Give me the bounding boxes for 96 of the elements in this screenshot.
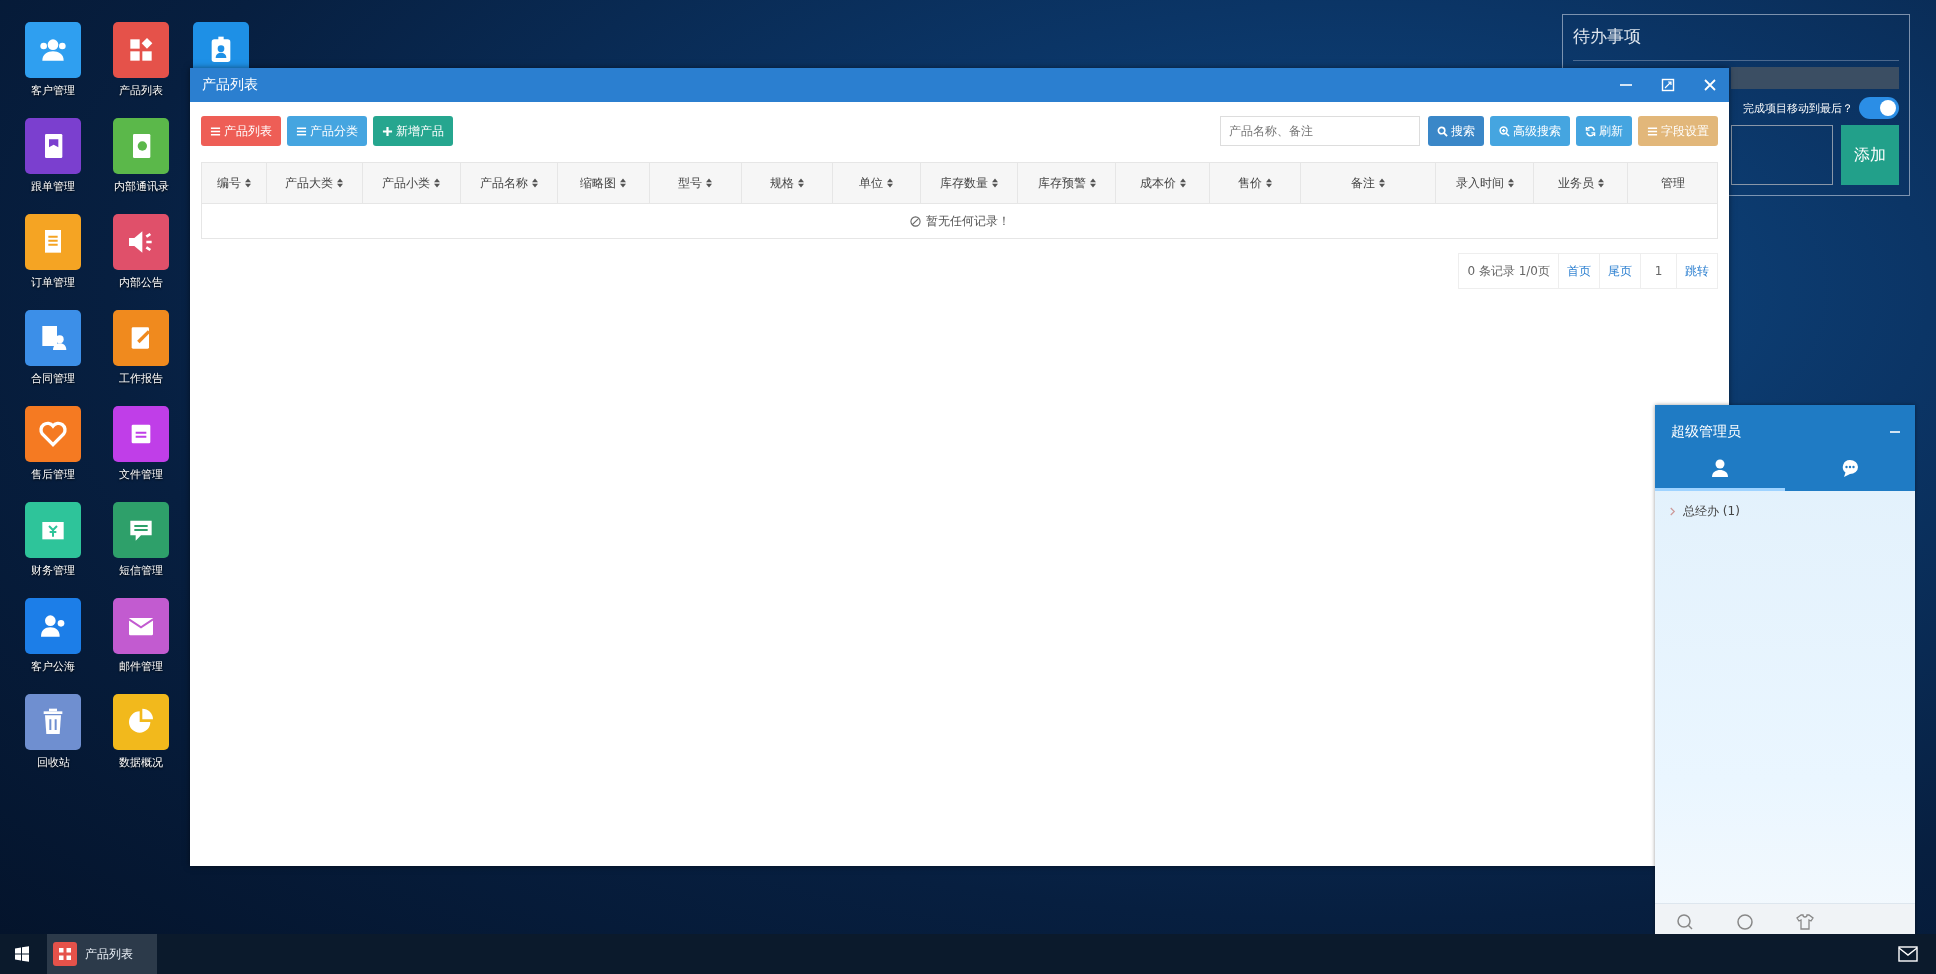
column-header[interactable]: 产品小类 xyxy=(362,163,461,203)
column-header[interactable]: 编号 xyxy=(202,163,267,203)
sort-icon xyxy=(244,178,251,188)
shortcut-label: 内部公告 xyxy=(119,276,163,290)
shortcut-label: 内部通讯录 xyxy=(113,180,169,194)
shortcut-label: 短信管理 xyxy=(119,564,163,578)
desktop-shortcut[interactable]: 回收站 xyxy=(18,694,88,770)
sort-icon xyxy=(992,178,998,188)
list-icon xyxy=(296,125,307,137)
column-header: 管理 xyxy=(1659,174,1686,192)
chat-bubble-icon xyxy=(1840,457,1860,478)
sort-icon xyxy=(337,178,344,188)
desktop-shortcut[interactable]: 短信管理 xyxy=(106,502,176,578)
column-header[interactable]: 库存预警 xyxy=(1018,163,1117,203)
shortcut-label: 财务管理 xyxy=(31,564,75,578)
search-field[interactable]: 产品名称、备注 xyxy=(1220,116,1420,146)
prohibited-icon xyxy=(909,215,921,227)
shirt-icon[interactable] xyxy=(1795,912,1815,932)
id-badge-icon[interactable] xyxy=(193,22,249,68)
sort-icon xyxy=(1597,178,1604,188)
shortcut-label: 跟单管理 xyxy=(31,180,75,194)
maximize-icon[interactable] xyxy=(1661,78,1675,92)
column-header[interactable]: 售价 xyxy=(1210,163,1302,203)
sort-icon xyxy=(1266,178,1273,188)
close-icon[interactable] xyxy=(1703,78,1717,92)
sort-icon xyxy=(797,178,804,188)
column-header[interactable]: 单位 xyxy=(832,163,921,203)
desktop-shortcut[interactable]: 数据概况 xyxy=(106,694,176,770)
shortcut-label: 客户管理 xyxy=(31,84,75,98)
column-header[interactable]: 规格 xyxy=(741,163,833,203)
column-header[interactable]: 产品名称 xyxy=(460,163,558,203)
shortcut-label: 产品列表 xyxy=(119,84,163,98)
shortcut-label: 工作报告 xyxy=(119,372,163,386)
column-header[interactable]: 型号 xyxy=(649,163,742,203)
chevron-icon xyxy=(1669,507,1676,516)
shortcut-label: 回收站 xyxy=(36,756,70,770)
contact-group[interactable]: 总经办 (1) xyxy=(1669,503,1901,520)
column-header[interactable]: 库存数量 xyxy=(920,163,1019,203)
panel-title: 待办事项 xyxy=(1573,25,1899,61)
desktop-shortcut[interactable]: 客户公海 xyxy=(18,598,88,674)
plus-icon xyxy=(382,125,393,137)
todo-input-field[interactable] xyxy=(1731,67,1899,89)
shortcut-label: 售后管理 xyxy=(31,468,75,482)
toolbar-button[interactable]: 搜索 xyxy=(1428,116,1484,146)
desktop-shortcut[interactable]: 文件管理 xyxy=(106,406,176,482)
window-title: 产品列表 xyxy=(202,76,258,94)
chat-title: 超级管理员 xyxy=(1671,423,1741,441)
sort-icon xyxy=(620,178,627,188)
empty-message: 暂无任何记录！ xyxy=(925,212,1010,230)
desktop-shortcut[interactable]: 产品列表 xyxy=(106,22,176,98)
shortcut-label: 文件管理 xyxy=(119,468,163,482)
record-count: 0 条记录 1/0页 xyxy=(1459,254,1559,288)
shortcut-label: 订单管理 xyxy=(31,276,75,290)
shortcut-label: 邮件管理 xyxy=(119,660,163,674)
toggle-switch[interactable] xyxy=(1859,97,1899,119)
sort-icon xyxy=(1179,178,1186,188)
desktop-shortcut[interactable]: 内部公告 xyxy=(106,214,176,290)
first-page-link[interactable]: 首页 xyxy=(1559,254,1600,288)
mail-icon[interactable] xyxy=(1898,946,1918,962)
todo-text-area[interactable] xyxy=(1731,125,1833,185)
shortcut-label: 数据概况 xyxy=(119,756,163,770)
list-icon xyxy=(210,125,221,137)
desktop-shortcut[interactable]: 财务管理 xyxy=(18,502,88,578)
grid-icon xyxy=(53,942,77,966)
sort-icon xyxy=(887,178,894,188)
shortcut-label: 客户公海 xyxy=(31,660,75,674)
column-header[interactable]: 录入时间 xyxy=(1436,163,1535,203)
column-header[interactable]: 备注 xyxy=(1301,163,1437,203)
desktop-shortcut[interactable]: 合同管理 xyxy=(18,310,88,386)
desktop-shortcut[interactable]: 订单管理 xyxy=(18,214,88,290)
taskbar-task[interactable]: 产品列表 xyxy=(47,934,157,974)
column-header[interactable]: 成本价 xyxy=(1116,163,1211,203)
column-header[interactable]: 缩略图 xyxy=(557,163,650,203)
refresh-icon xyxy=(1585,125,1596,137)
sort-icon xyxy=(706,178,713,188)
desktop-shortcut[interactable]: 工作报告 xyxy=(106,310,176,386)
sort-icon xyxy=(1379,178,1386,188)
shortcut-label: 合同管理 xyxy=(31,372,75,386)
zoom-in-icon xyxy=(1499,125,1510,137)
person-icon xyxy=(1710,457,1730,478)
desktop-shortcut[interactable]: 内部通讯录 xyxy=(106,118,176,194)
sort-icon xyxy=(1507,178,1514,188)
column-header[interactable]: 产品大类 xyxy=(266,163,363,203)
windows-start-icon[interactable] xyxy=(14,946,30,962)
search-icon xyxy=(1437,125,1448,137)
setting-label: 完成项目移动到最后？ xyxy=(1743,100,1853,116)
desktop-shortcut[interactable]: 售后管理 xyxy=(18,406,88,482)
sort-icon xyxy=(434,178,441,188)
desktop-shortcut[interactable]: 跟单管理 xyxy=(18,118,88,194)
column-header[interactable]: 业务员 xyxy=(1534,163,1629,203)
sort-icon xyxy=(531,178,538,188)
jump-link[interactable]: 跳转 xyxy=(1677,254,1717,288)
desktop-shortcut[interactable]: 邮件管理 xyxy=(106,598,176,674)
list-icon xyxy=(1647,125,1658,137)
desktop-shortcut[interactable]: 客户管理 xyxy=(18,22,88,98)
sort-icon xyxy=(1089,178,1096,188)
